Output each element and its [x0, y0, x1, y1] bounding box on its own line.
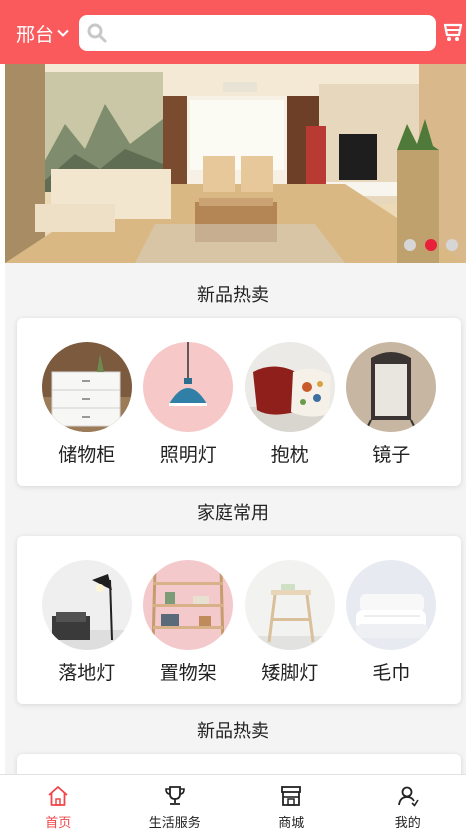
- carousel-dot-1[interactable]: [404, 239, 416, 251]
- category-item-pillow[interactable]: 抱枕: [239, 342, 341, 467]
- home-icon: [46, 784, 70, 808]
- search-input[interactable]: [113, 17, 417, 49]
- category-item-floor-lamp[interactable]: 落地灯: [36, 560, 138, 685]
- category-card-new-hot: 储物柜 照明灯: [17, 318, 461, 486]
- category-item-towel[interactable]: 毛巾: [341, 560, 443, 685]
- floor-lamp-image: [42, 560, 132, 650]
- tab-home[interactable]: 首页: [0, 775, 117, 837]
- tab-profile[interactable]: 我的: [350, 775, 466, 837]
- city-selector[interactable]: 邢台: [16, 20, 69, 47]
- category-label: 矮脚灯: [261, 658, 318, 685]
- tab-store[interactable]: 商城: [233, 775, 350, 837]
- cart-icon: [442, 21, 464, 43]
- category-label: 照明灯: [160, 440, 217, 467]
- tab-label: 生活服务: [149, 812, 201, 831]
- chevron-down-icon: [57, 29, 69, 38]
- cabinet-image: [42, 342, 132, 432]
- section-title-new-hot-2: 新品热卖: [0, 717, 466, 743]
- pillow-image: [245, 342, 335, 432]
- trophy-icon: [163, 784, 187, 808]
- section-title-new-hot: 新品热卖: [0, 281, 466, 307]
- pendant-lamp-image: [143, 342, 233, 432]
- tab-label: 首页: [45, 812, 71, 831]
- carousel-dot-2[interactable]: [425, 239, 437, 251]
- category-item-cabinet[interactable]: 储物柜: [36, 342, 138, 467]
- store-icon: [279, 784, 303, 808]
- city-label: 邢台: [16, 20, 54, 47]
- stool-image: [245, 560, 335, 650]
- mirror-image: [346, 342, 436, 432]
- category-label: 落地灯: [58, 658, 115, 685]
- category-card-home-common: 落地灯 置物架: [17, 536, 461, 704]
- category-label: 毛巾: [372, 658, 410, 685]
- category-label: 置物架: [160, 658, 217, 685]
- category-label: 抱枕: [271, 440, 309, 467]
- category-label: 镜子: [372, 440, 410, 467]
- bottom-tab-bar: 首页 生活服务 商城 我的: [0, 774, 466, 837]
- category-item-stool-lamp[interactable]: 矮脚灯: [239, 560, 341, 685]
- carousel-indicators: [404, 239, 458, 251]
- tab-label: 商城: [278, 812, 304, 831]
- towel-image: [346, 560, 436, 650]
- category-item-mirror[interactable]: 镜子: [341, 342, 443, 467]
- search-bar[interactable]: [79, 15, 436, 51]
- tab-life-services[interactable]: 生活服务: [117, 775, 234, 837]
- banner-carousel[interactable]: [5, 64, 466, 263]
- user-icon: [396, 784, 420, 808]
- tab-label: 我的: [395, 812, 421, 831]
- category-item-shelf[interactable]: 置物架: [138, 560, 240, 685]
- section-title-home-common: 家庭常用: [0, 499, 466, 525]
- top-header: 邢台: [0, 0, 466, 64]
- shelf-image: [143, 560, 233, 650]
- cart-button[interactable]: [442, 21, 464, 47]
- search-icon: [87, 23, 107, 43]
- category-label: 储物柜: [58, 440, 115, 467]
- living-room-banner-image: [5, 64, 466, 263]
- category-item-pendant-lamp[interactable]: 照明灯: [138, 342, 240, 467]
- carousel-dot-3[interactable]: [446, 239, 458, 251]
